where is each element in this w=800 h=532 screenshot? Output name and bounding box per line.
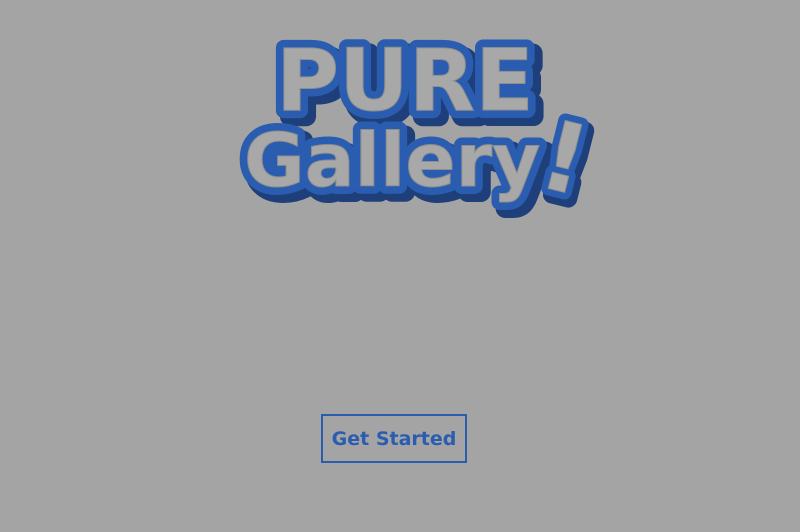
logo-graphic: PURE PURE PURE Gallery Gallery Gallery !… (236, 23, 600, 220)
logo-line-gallery: Gallery Gallery Gallery (236, 110, 556, 220)
pure-gallery-logo: PURE PURE PURE Gallery Gallery Gallery !… (220, 20, 600, 220)
logo-pure-fill: PURE (276, 31, 534, 131)
logo-gallery-fill: Gallery (244, 118, 540, 204)
get-started-button[interactable]: Get Started (321, 414, 467, 463)
splash-screen: { "logo": { "line1": "PURE", "line2": "G… (0, 0, 800, 532)
